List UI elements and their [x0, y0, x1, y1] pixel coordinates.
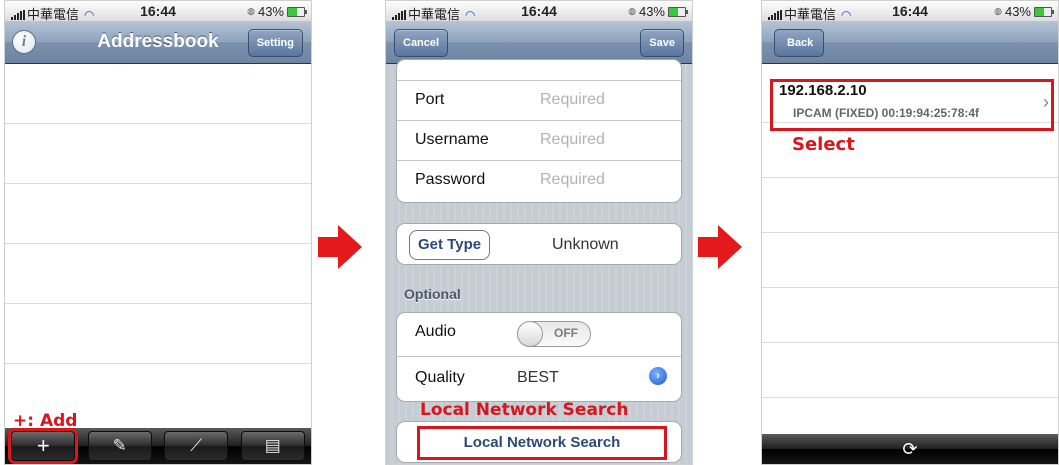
list-item[interactable]: [5, 184, 311, 244]
tutorial-stage: 中華電信 ◠ 16:44 ◍ 43% i Addressbook Setting +…: [0, 0, 1059, 465]
cancel-button[interactable]: Cancel: [394, 29, 449, 57]
battery-icon: [287, 6, 307, 17]
optional-header: Optional: [404, 286, 461, 302]
notes-icon[interactable]: ✎: [87, 431, 152, 461]
audio-row: Audio OFF: [397, 313, 681, 357]
phone-search-results: 中華電信 ◠ 16:44 ◍ 43% Back 192.168.2.10 IPCAM…: [761, 0, 1059, 465]
password-label: Password: [415, 171, 486, 188]
audio-toggle[interactable]: OFF: [517, 321, 591, 347]
nav-bar: Cancel Save: [386, 21, 692, 64]
nav-bar: i Addressbook Setting: [5, 21, 311, 64]
port-label: Port: [415, 91, 445, 108]
status-bar: 中華電信 ◠ 16:44 ◍ 43%: [762, 1, 1058, 22]
list-item[interactable]: [5, 304, 311, 364]
battery: ◍ 43%: [628, 4, 688, 19]
battery: ◍ 43%: [994, 4, 1054, 19]
status-bar: 中華電信 ◠ 16:44 ◍ 43%: [386, 1, 692, 22]
get-type-button[interactable]: Get Type: [409, 230, 491, 260]
select-callout: Select: [792, 134, 855, 155]
battery-percent: 43%: [638, 4, 665, 19]
chart-icon[interactable]: ⟋: [164, 431, 229, 461]
phone-addressbook: 中華電信 ◠ 16:44 ◍ 43% i Addressbook Setting +…: [4, 0, 312, 465]
credentials-group: Port Required Username Required Password…: [396, 59, 682, 203]
device-icon[interactable]: ▤: [240, 431, 305, 461]
rotation-lock-icon: ◍: [247, 6, 255, 16]
toggle-state: OFF: [554, 326, 578, 340]
device-ip: 192.168.2.10: [779, 82, 867, 99]
list-item[interactable]: [5, 124, 311, 184]
port-placeholder[interactable]: Required: [540, 91, 605, 109]
nav-bar: Back: [762, 21, 1058, 64]
address-list: [5, 64, 311, 364]
username-field[interactable]: Username Required: [397, 121, 681, 161]
battery-percent: 43%: [257, 4, 284, 19]
status-bar: 中華電信 ◠ 16:44 ◍ 43%: [5, 1, 311, 22]
optional-group: Audio OFF Quality BEST ›: [396, 312, 682, 402]
toggle-knob[interactable]: [517, 321, 543, 347]
arrow-right-icon: [698, 225, 742, 269]
list-item[interactable]: [762, 178, 1058, 233]
save-button[interactable]: Save: [640, 29, 684, 57]
local-network-search-button[interactable]: Local Network Search: [417, 426, 667, 460]
list-item[interactable]: [762, 233, 1058, 288]
battery: ◍ 43%: [247, 4, 307, 19]
device-info: IPCAM (FIXED) 00:19:94:25:78:4f: [793, 106, 980, 120]
type-value: Unknown: [552, 236, 619, 253]
battery-percent: 43%: [1004, 4, 1031, 19]
battery-icon: [1034, 6, 1054, 17]
rotation-lock-icon: ◍: [628, 6, 636, 16]
lns-callout: Local Network Search: [420, 400, 629, 420]
username-label: Username: [415, 131, 489, 148]
list-item[interactable]: [5, 244, 311, 304]
add-button[interactable]: +: [8, 428, 79, 464]
back-button[interactable]: Back: [774, 29, 825, 57]
list-item[interactable]: [762, 288, 1058, 343]
list-item[interactable]: [762, 343, 1058, 398]
setting-button[interactable]: Setting: [247, 29, 303, 57]
port-field[interactable]: Port Required: [397, 81, 681, 121]
username-placeholder[interactable]: Required: [540, 131, 605, 149]
list-item[interactable]: [5, 64, 311, 124]
password-field[interactable]: Password Required: [397, 161, 681, 200]
refresh-icon[interactable]: ⟳: [762, 434, 1058, 464]
quality-value: BEST: [517, 369, 559, 386]
quality-row[interactable]: Quality BEST ›: [397, 357, 681, 401]
chevron-right-icon: ›: [1043, 92, 1049, 112]
type-row: Get Type Unknown: [397, 224, 681, 264]
type-group: Get Type Unknown: [396, 223, 682, 265]
battery-icon: [668, 6, 688, 17]
quality-label: Quality: [415, 369, 465, 386]
form-row-clipped: [397, 60, 681, 81]
device-row[interactable]: 192.168.2.10 IPCAM (FIXED) 00:19:94:25:7…: [770, 79, 1054, 131]
phone-edit-device: 中華電信 ◠ 16:44 ◍ 43% Cancel Save Port Requir…: [385, 0, 693, 465]
rotation-lock-icon: ◍: [994, 6, 1002, 16]
audio-label: Audio: [415, 323, 456, 340]
local-network-search-cell: Local Network Search: [396, 421, 682, 463]
toolbar: + ✎ ⟋ ▤: [5, 428, 311, 464]
disclosure-icon[interactable]: ›: [649, 367, 667, 385]
password-placeholder[interactable]: Required: [540, 171, 605, 189]
arrow-right-icon: [318, 225, 362, 269]
